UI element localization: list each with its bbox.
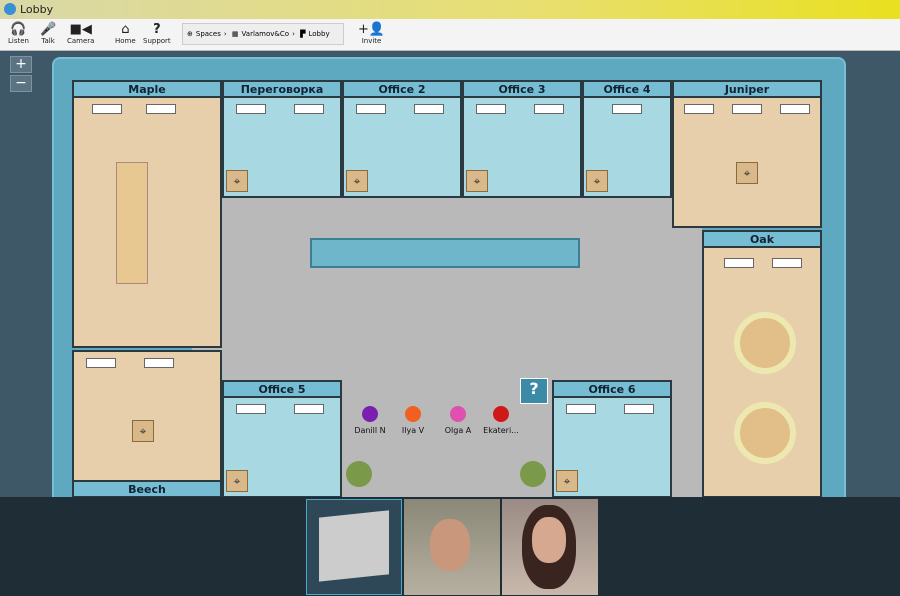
participant-name: Ekateri... [483,426,519,435]
webcam-icon: ⌖ [586,170,608,192]
listen-button[interactable]: 🎧 Listen [8,22,29,45]
question-icon: ? [153,22,161,37]
room-title: Переговорка [224,82,340,98]
office-map[interactable]: + − Maple Переговорка ⌖ Office 2 ⌖ Office … [0,51,900,515]
webcam-icon: ⌖ [736,162,758,184]
video-feed[interactable] [502,499,598,595]
toolbar: 🎧 Listen 🎤 Talk ■◀ Camera ⌂ Home ? Support ⊕ S… [0,19,900,51]
map-icon [319,510,389,582]
room-office-4[interactable]: Office 4 ⌖ [582,80,672,198]
floor-plan: Maple Переговорка ⌖ Office 2 ⌖ Office 3 ⌖ O… [52,57,846,515]
app-icon [4,3,16,15]
webcam-icon: ⌖ [132,420,154,442]
participant-name: Ilya V [401,426,425,435]
plant-icon [520,461,546,487]
participant-avatar[interactable]: Ekateri... [476,406,526,435]
room-title: Office 3 [464,82,580,98]
breadcrumb-lobby[interactable]: Lobby [309,30,330,38]
plant-icon [346,461,372,487]
webcam-icon: ⌖ [346,170,368,192]
webcam-icon: ⌖ [226,470,248,492]
add-person-icon: +👤 [358,22,386,37]
video-feed[interactable] [404,499,500,595]
zoom-in-button[interactable]: + [10,56,32,73]
globe-icon: ⊕ [187,30,193,38]
support-button[interactable]: ? Support [143,22,171,45]
table [116,162,148,284]
room-title: Office 5 [224,382,340,398]
home-button[interactable]: ⌂ Home [115,22,136,45]
microphone-icon: 🎤 [40,22,57,37]
room-office-3[interactable]: Office 3 ⌖ [462,80,582,198]
room-office-6[interactable]: Office 6 ⌖ [552,380,672,498]
breadcrumb-company[interactable]: Varlamov&Co [242,30,290,38]
avatar-icon [405,406,421,422]
reception-desk [310,238,580,268]
video-strip [0,497,900,596]
participant-name: Danill N [354,426,386,435]
room-office-2[interactable]: Office 2 ⌖ [342,80,462,198]
room-title: Office 2 [344,82,460,98]
round-table [734,312,796,374]
webcam-icon: ⌖ [226,170,248,192]
listen-label: Listen [8,37,29,45]
participant-avatar[interactable]: Ilya V [388,406,438,435]
invite-label: Invite [361,37,382,45]
room-title: Maple [74,82,220,98]
zoom-out-button[interactable]: − [10,75,32,92]
help-button[interactable]: ? [520,378,548,404]
camera-button[interactable]: ■◀ Camera [67,22,94,45]
breadcrumb-spaces[interactable]: Spaces [196,30,221,38]
avatar-icon [450,406,466,422]
room-oak[interactable]: Oak [702,230,822,498]
room-office-5[interactable]: Office 5 ⌖ [222,380,342,498]
headphones-icon: 🎧 [10,22,27,37]
avatar-icon [362,406,378,422]
room-negotiation[interactable]: Переговорка ⌖ [222,80,342,198]
camera-label: Camera [67,37,95,45]
round-table [734,402,796,464]
room-title: Oak [704,232,820,248]
room-title: Juniper [674,82,820,98]
avatar-icon [493,406,509,422]
invite-button[interactable]: +👤 Invite [358,22,385,45]
room-title: Office 4 [584,82,670,98]
home-icon: ⌂ [121,22,130,37]
home-label: Home [115,37,136,45]
webcam-icon: ⌖ [556,470,578,492]
camera-icon: ■◀ [69,22,92,37]
building-icon: ▦ [231,30,239,38]
window-title: Lobby [20,3,54,16]
talk-button[interactable]: 🎤 Talk [40,22,56,45]
room-beech[interactable]: Beech ⌖ [72,350,222,498]
room-title: Beech [74,480,220,496]
room-maple[interactable]: Maple [72,80,222,348]
map-view-button[interactable] [306,499,402,595]
title-bar: Lobby [0,0,900,19]
support-label: Support [143,37,171,45]
room-juniper[interactable]: Juniper ⌖ [672,80,822,228]
room-icon: ▛ [300,30,306,38]
participant-name: Olga A [444,426,472,435]
room-title: Office 6 [554,382,670,398]
talk-label: Talk [41,37,55,45]
webcam-icon: ⌖ [466,170,488,192]
breadcrumb: ⊕ Spaces › ▦ Varlamov&Co › ▛ Lobby [182,23,344,45]
